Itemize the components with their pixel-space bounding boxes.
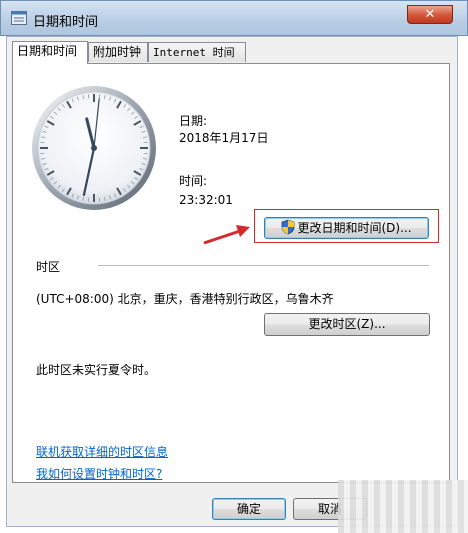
clock-center-pin: [91, 145, 97, 151]
ok-label: 确定: [236, 502, 261, 516]
dst-note: 此时区未实行夏令时。: [36, 363, 157, 377]
timezone-separator: [98, 265, 429, 266]
how-to-set-clock-link[interactable]: 我如何设置时钟和时区?: [36, 465, 162, 482]
tab-internet-time[interactable]: Internet 时间: [148, 42, 246, 62]
date-time-dialog: 日期和时间 ✕ 日期和时间 附加时钟 Internet 时间 日期: 2018年…: [0, 0, 468, 533]
title-bar: 日期和时间 ✕: [0, 0, 468, 36]
close-icon: ✕: [424, 7, 436, 22]
tab-label: 日期和时间: [17, 44, 78, 58]
red-arrow-annotation: [203, 225, 250, 245]
tab-additional-clocks[interactable]: 附加时钟: [88, 42, 148, 62]
ok-button[interactable]: 确定: [212, 498, 286, 520]
close-button[interactable]: ✕: [407, 5, 453, 24]
change-date-time-label: 更改日期和时间(D)...: [297, 221, 412, 235]
date-time-app-icon: [11, 11, 27, 25]
watermark-overlay: [338, 480, 468, 533]
time-value: 23:32:01: [179, 193, 233, 207]
tab-date-and-time[interactable]: 日期和时间: [12, 41, 88, 64]
tab-label: 附加时钟: [93, 45, 142, 59]
analog-clock: [32, 86, 156, 210]
change-date-time-button[interactable]: 更改日期和时间(D)...: [264, 217, 429, 239]
change-timezone-label: 更改时区(Z)...: [308, 317, 386, 331]
tab-label: Internet 时间: [153, 46, 235, 59]
uac-shield-icon: [282, 219, 295, 235]
window-title: 日期和时间: [33, 15, 99, 30]
timezone-value: (UTC+08:00) 北京，重庆，香港特别行政区，乌鲁木齐: [36, 292, 334, 306]
timezone-section-label: 时区: [36, 260, 61, 274]
timezone-info-link[interactable]: 联机获取详细的时区信息: [36, 443, 168, 460]
time-label: 时间:: [179, 174, 208, 188]
change-timezone-button[interactable]: 更改时区(Z)...: [264, 313, 430, 336]
date-label: 日期:: [179, 114, 208, 128]
date-value: 2018年1月17日: [179, 131, 269, 145]
